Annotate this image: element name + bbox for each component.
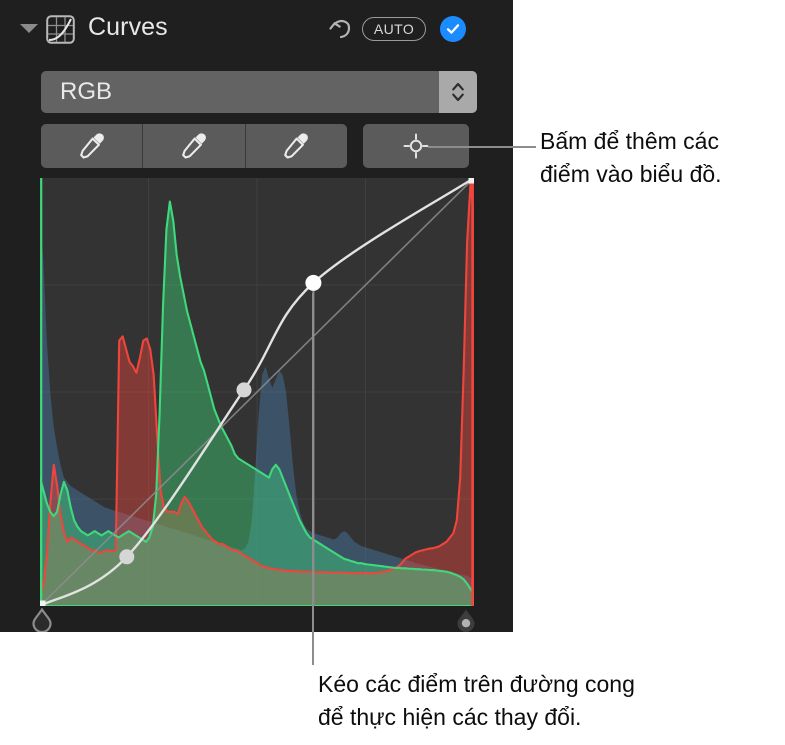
curves-inspector-panel: Curves AUTO RGB [0, 0, 513, 634]
screenshot-root: Curves AUTO RGB Bấm để thêm các điểm vào… [0, 0, 785, 745]
reset-undo-arrow-icon[interactable] [327, 15, 355, 43]
channel-select-value: RGB [60, 78, 113, 105]
drag-points-callout-leader [312, 293, 314, 665]
curve-control-point-shadow-point[interactable] [119, 549, 135, 565]
eyedropper-icon [79, 133, 104, 159]
eyedropper-button-group [41, 124, 347, 168]
drag-points-callout-line2: để thực hiện các thay đổi. [318, 704, 582, 730]
white-point-eyedropper[interactable] [246, 124, 347, 168]
target-crosshair-icon [403, 133, 429, 159]
enable-adjustment-checkbox[interactable] [440, 16, 466, 42]
stepper-up-down-icon[interactable] [439, 71, 477, 113]
curves-grid-icon [46, 15, 75, 44]
auto-button[interactable]: AUTO [362, 17, 426, 41]
curve-control-point-white-point[interactable] [468, 178, 475, 184]
auto-button-label: AUTO [373, 21, 415, 37]
histogram-svg[interactable] [40, 178, 474, 606]
page-title: Curves [88, 13, 168, 41]
drag-points-callout: Kéo các điểm trên đường cong để thực hiệ… [318, 668, 778, 734]
black-point-eyedropper[interactable] [41, 124, 144, 168]
disclosure-triangle-down-icon[interactable] [20, 24, 38, 33]
add-points-callout-line2: điểm vào biểu đồ. [540, 161, 722, 187]
curve-control-point-highlight-point[interactable] [305, 274, 322, 291]
gray-point-eyedropper[interactable] [143, 124, 246, 168]
curves-histogram-graph[interactable] [40, 178, 474, 606]
add-points-callout-line1: Bấm để thêm các [540, 128, 719, 154]
black-point-handle-icon[interactable] [32, 607, 52, 634]
curve-control-point-black-point[interactable] [40, 600, 46, 607]
eyedropper-icon [284, 133, 309, 159]
curve-control-point-midtone-point[interactable] [236, 382, 252, 398]
add-points-callout-leader [428, 146, 536, 148]
white-point-handle-icon[interactable] [456, 608, 476, 632]
eyedropper-icon [182, 133, 206, 159]
panel-header: Curves AUTO [0, 0, 513, 58]
checkmark-icon [446, 24, 460, 34]
drag-points-callout-line1: Kéo các điểm trên đường cong [318, 671, 635, 697]
channel-select[interactable]: RGB [41, 71, 477, 113]
add-points-callout: Bấm để thêm các điểm vào biểu đồ. [540, 125, 785, 191]
